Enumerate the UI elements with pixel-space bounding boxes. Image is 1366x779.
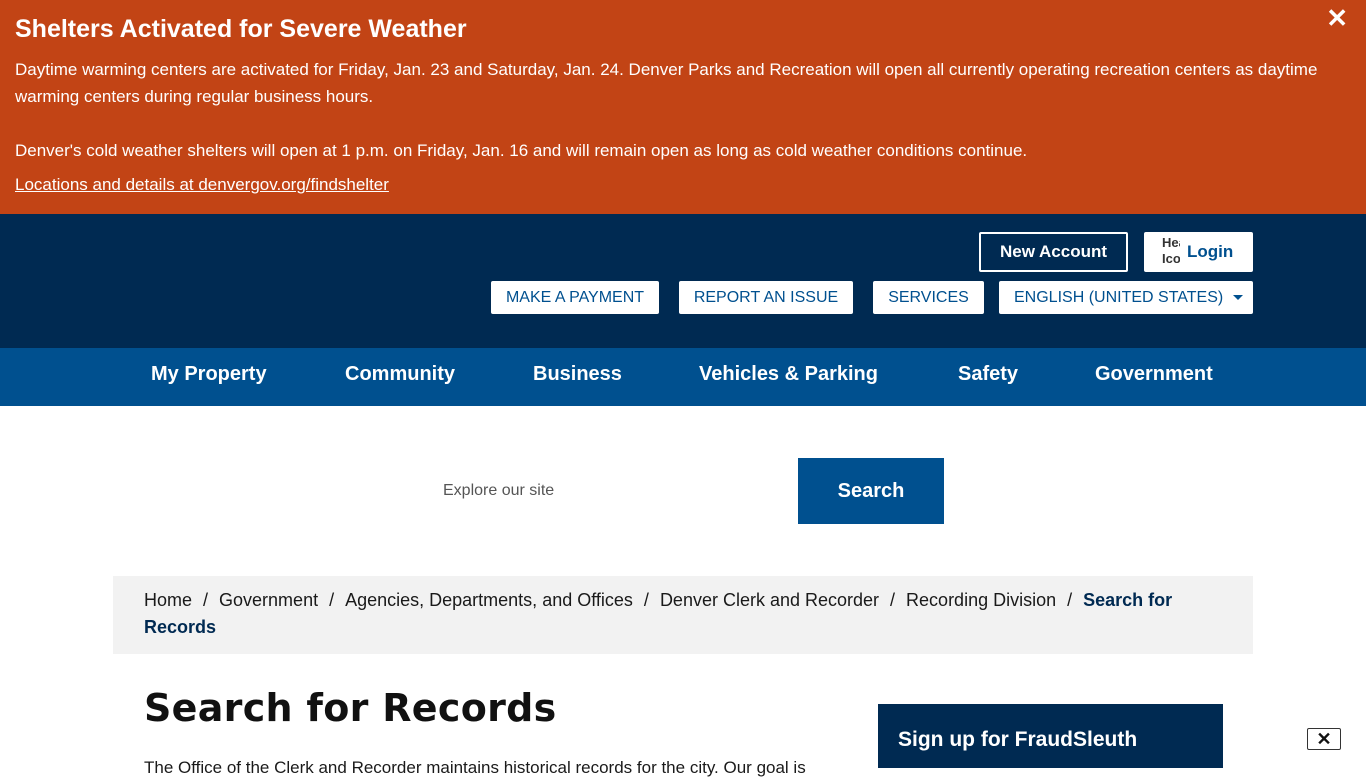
alert-banner: Shelters Activated for Severe Weather Da…	[0, 0, 1366, 214]
report-issue-button[interactable]: REPORT AN ISSUE	[679, 281, 853, 314]
nav-item-safety[interactable]: Safety	[958, 348, 1018, 406]
make-payment-button[interactable]: MAKE A PAYMENT	[491, 281, 659, 314]
language-select[interactable]: ENGLISH (UNITED STATES)	[999, 281, 1253, 314]
search-input[interactable]	[429, 458, 798, 523]
services-button[interactable]: SERVICES	[873, 281, 984, 314]
nav-item-vehicles-parking[interactable]: Vehicles & Parking	[699, 348, 878, 406]
alert-paragraph: Denver's cold weather shelters will open…	[15, 141, 1028, 160]
user-icon: Header Icon	[1162, 235, 1180, 266]
page-title: Search for Records	[144, 686, 557, 730]
search-button[interactable]: Search	[798, 458, 944, 524]
chevron-down-icon	[1233, 295, 1243, 300]
breadcrumb-separator: /	[1067, 590, 1073, 610]
alert-title: Shelters Activated for Severe Weather	[15, 15, 467, 43]
close-icon[interactable]: ✕	[1307, 728, 1341, 750]
breadcrumb-separator: /	[203, 590, 209, 610]
breadcrumb-separator: /	[643, 590, 649, 610]
alert-link[interactable]: Locations and details at denvergov.org/f…	[15, 174, 389, 196]
nav-item-community[interactable]: Community	[345, 348, 455, 406]
intro-text: The Office of the Clerk and Recorder mai…	[144, 758, 806, 777]
login-label: Login	[1187, 242, 1234, 261]
new-account-button[interactable]: New Account	[979, 232, 1128, 272]
breadcrumb-government[interactable]: Government	[219, 590, 318, 610]
breadcrumb: Home / Government / Agencies, Departments, a…	[113, 576, 1253, 654]
breadcrumb-separator: /	[890, 590, 896, 610]
card-title: Sign up for FraudSleuth	[898, 728, 1138, 751]
nav-item-my-property[interactable]: My Property	[151, 348, 267, 406]
main-nav: My Property Community Business Vehicles …	[0, 348, 1366, 406]
login-button[interactable]: Header Icon Login	[1144, 232, 1253, 272]
language-label: ENGLISH (UNITED STATES)	[1014, 288, 1224, 306]
breadcrumb-clerk-recorder[interactable]: Denver Clerk and Recorder	[660, 590, 879, 610]
nav-item-business[interactable]: Business	[533, 348, 622, 406]
breadcrumb-home[interactable]: Home	[144, 590, 192, 610]
breadcrumb-separator: /	[329, 590, 335, 610]
site-header: New Account Header Icon Login MAKE A PAY…	[0, 214, 1366, 348]
breadcrumb-agencies[interactable]: Agencies, Departments, and Offices	[345, 590, 633, 610]
close-icon[interactable]: ✕	[1326, 5, 1348, 31]
nav-item-government[interactable]: Government	[1095, 348, 1213, 406]
fraudsleuth-card: Sign up for FraudSleuth	[878, 704, 1223, 768]
alert-paragraph: Daytime warming centers are activated fo…	[15, 60, 1318, 106]
breadcrumb-recording-division[interactable]: Recording Division	[906, 590, 1056, 610]
